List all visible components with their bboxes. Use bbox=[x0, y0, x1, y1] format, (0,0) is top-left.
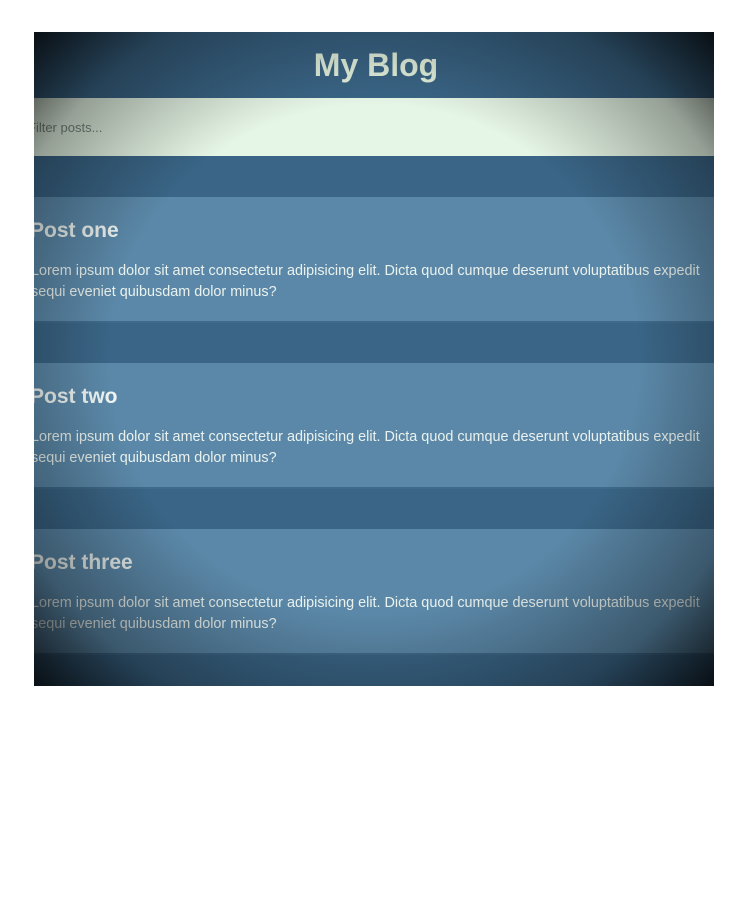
post-card[interactable]: Post one Lorem ipsum dolor sit amet cons… bbox=[34, 197, 714, 323]
post-title: Post two bbox=[34, 385, 118, 408]
post-body: Lorem ipsum dolor sit amet consectetur a… bbox=[34, 429, 700, 466]
post-body: Lorem ipsum dolor sit amet consectetur a… bbox=[34, 595, 700, 632]
post-title: Post one bbox=[34, 219, 119, 242]
site-header: My Blog bbox=[34, 32, 714, 98]
post-card[interactable]: Post three Lorem ipsum dolor sit amet co… bbox=[34, 529, 714, 655]
blog-page: My Blog Post one Lorem ipsum dolor sit a… bbox=[34, 32, 714, 686]
post-body: Lorem ipsum dolor sit amet consectetur a… bbox=[34, 263, 700, 300]
post-card[interactable]: Post two Lorem ipsum dolor sit amet cons… bbox=[34, 363, 714, 489]
post-title: Post three bbox=[34, 551, 133, 574]
search-bar bbox=[34, 98, 714, 156]
filter-posts-input[interactable] bbox=[34, 98, 714, 156]
site-title: My Blog bbox=[313, 46, 439, 83]
